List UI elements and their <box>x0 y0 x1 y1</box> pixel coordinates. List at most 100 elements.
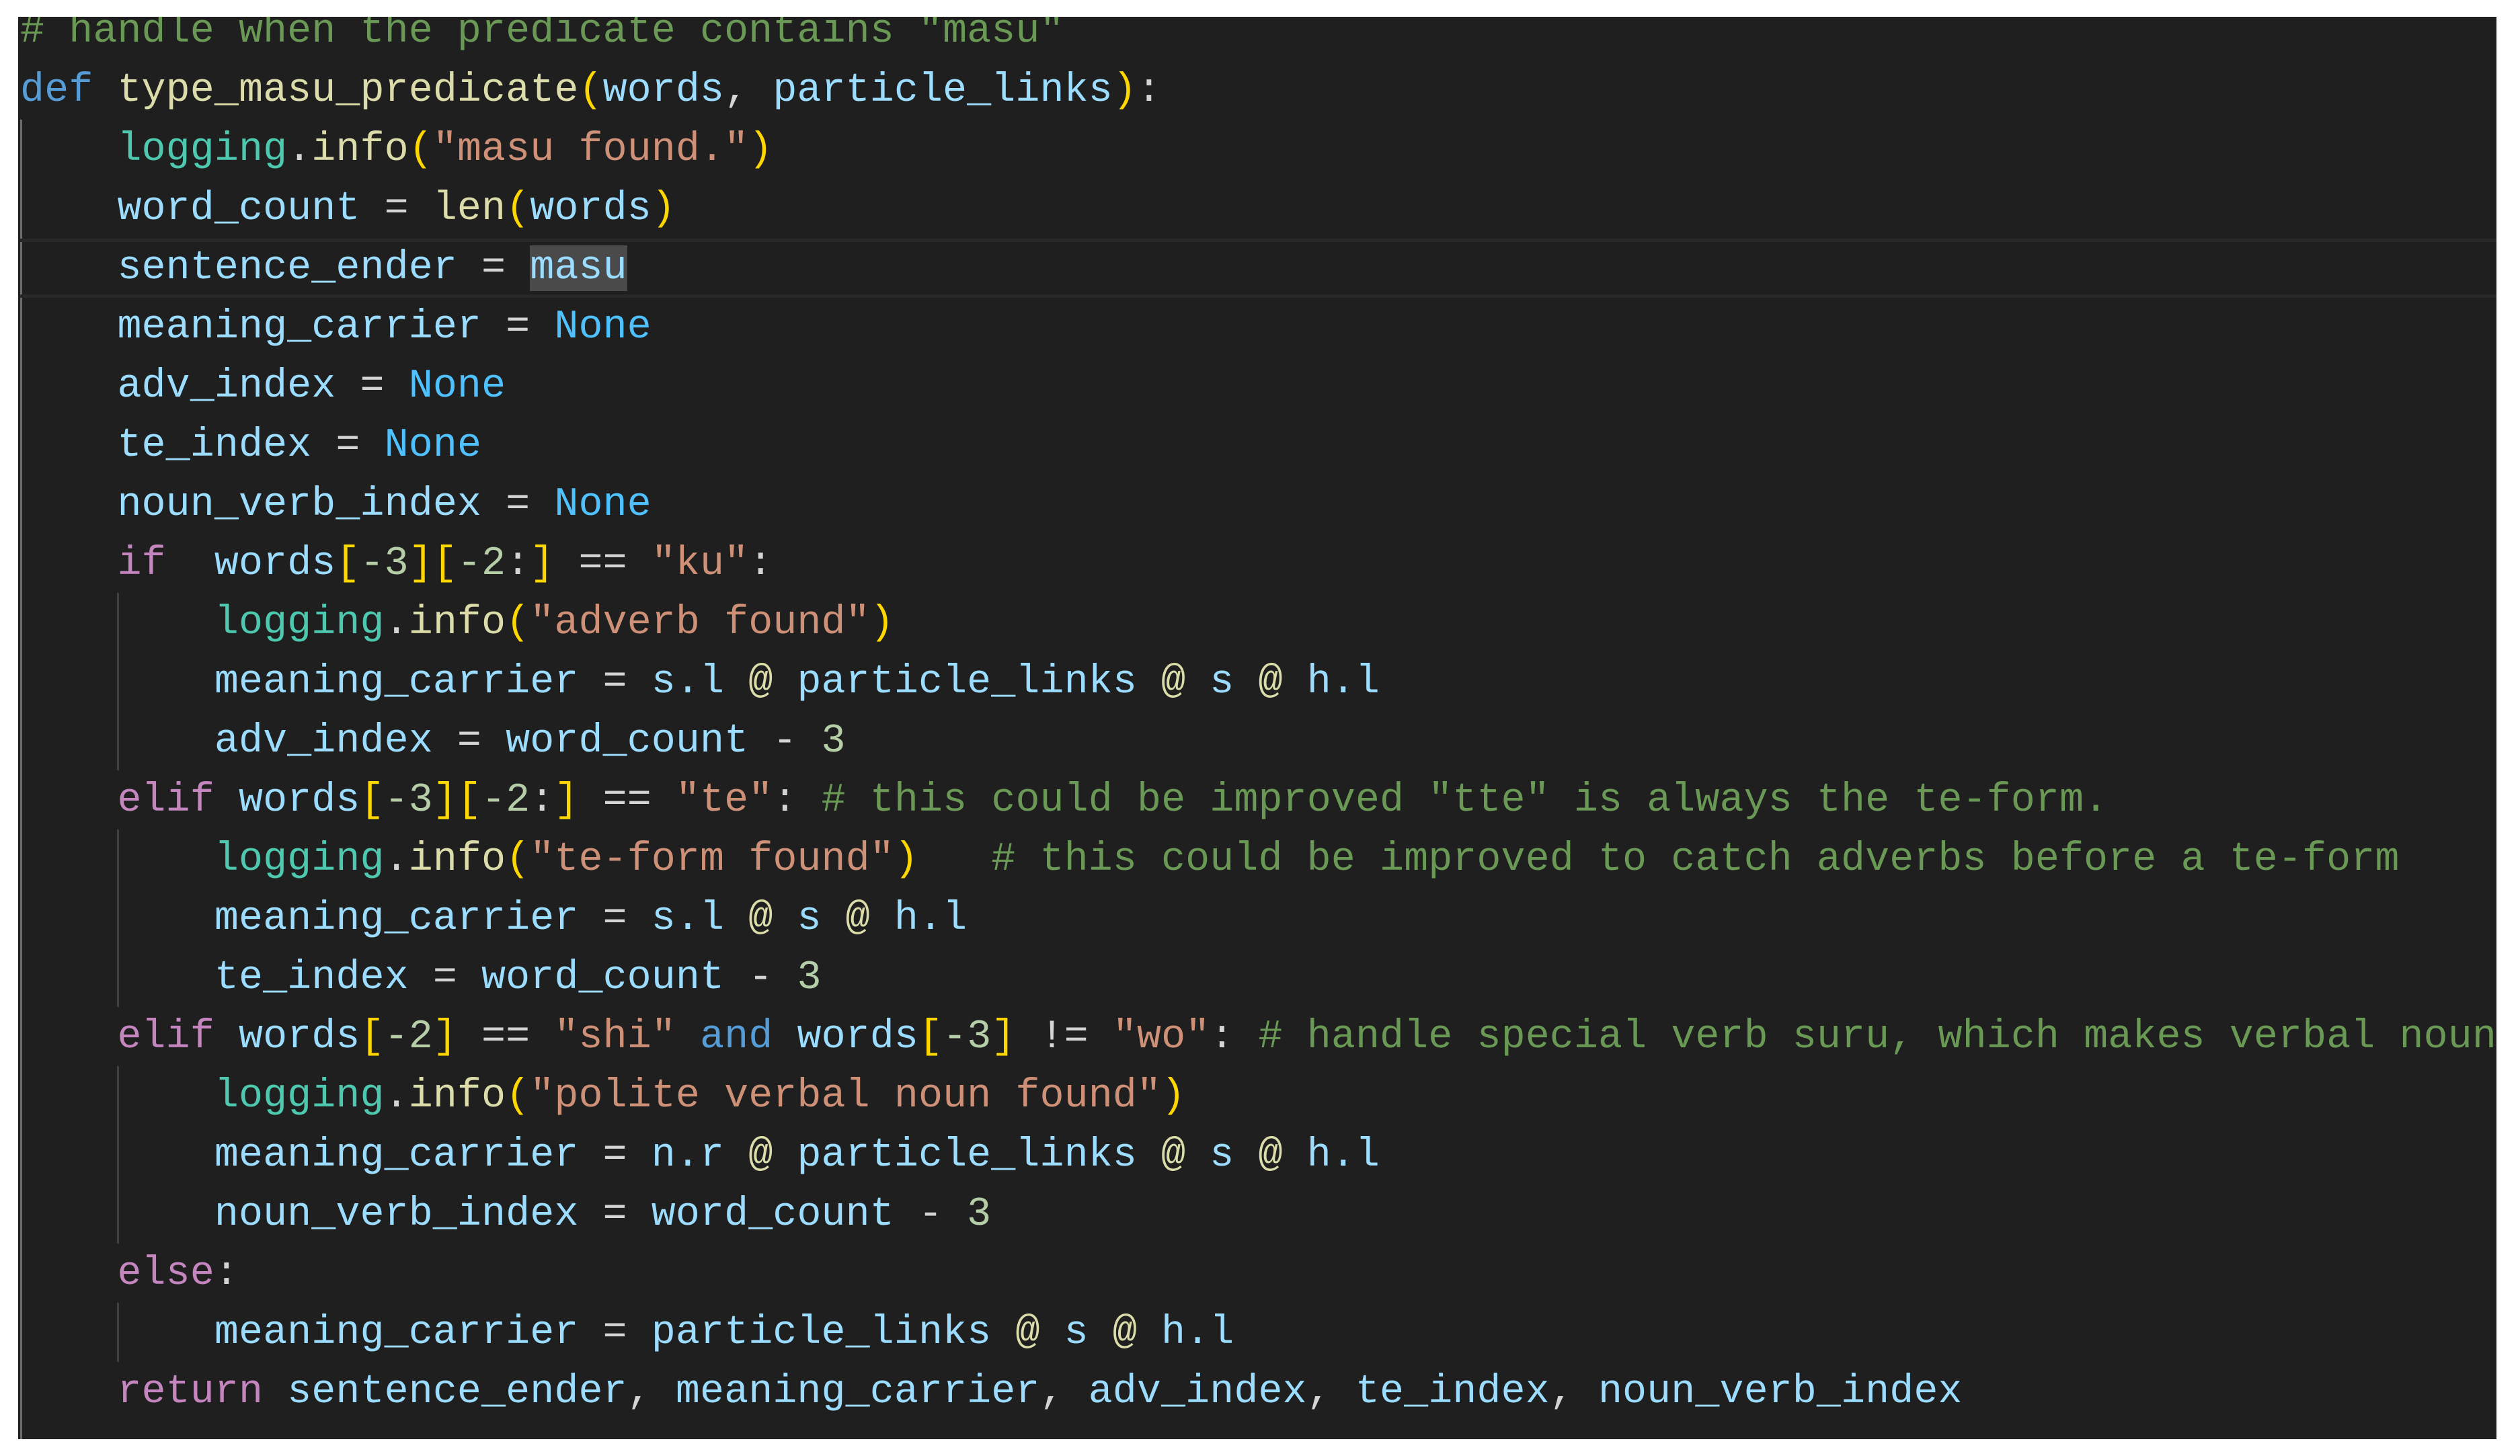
code-token: meaning_carrier <box>214 659 579 705</box>
code-token: s.l <box>651 896 725 942</box>
code-line[interactable]: return sentence_ender, meaning_carrier, … <box>20 1363 2496 1422</box>
code-line[interactable]: meaning_carrier = particle_links @ s @ h… <box>20 1303 2496 1363</box>
code-token: @ <box>748 1133 773 1178</box>
code-token: h.l <box>1161 1310 1234 1356</box>
code-line[interactable]: logging.info("masu found.") <box>20 120 2496 179</box>
code-line[interactable]: else: <box>20 1244 2496 1303</box>
code-token: : <box>748 541 773 587</box>
code-token: = <box>578 659 652 705</box>
code-token: s <box>1210 659 1234 705</box>
code-token: [ <box>918 1014 943 1060</box>
code-token: s <box>1210 1133 1234 1178</box>
code-token: meaning_carrier <box>214 1310 579 1356</box>
code-token: -3 <box>360 541 409 587</box>
code-token: words <box>602 68 725 114</box>
code-line[interactable]: meaning_carrier = None <box>20 298 2496 357</box>
code-lines[interactable]: # handle when the predicate contains "ma… <box>20 17 2496 1422</box>
code-line[interactable]: def type_masu_predicate(words, particle_… <box>20 61 2496 120</box>
code-line[interactable]: noun_verb_index = None <box>20 475 2496 534</box>
code-token: @ <box>748 659 773 705</box>
code-line[interactable]: elif words[-3][-2:] == "te": # this coul… <box>20 771 2496 830</box>
code-token: . <box>287 127 312 173</box>
code-token: else <box>117 1251 214 1297</box>
code-line[interactable]: te_index = None <box>20 416 2496 475</box>
code-token: noun_verb_index <box>1598 1369 1963 1415</box>
code-token: ) <box>748 127 773 173</box>
code-token: words <box>797 1014 918 1060</box>
code-line[interactable]: te_index = word_count - 3 <box>20 948 2496 1008</box>
code-line[interactable]: adv_index = word_count - 3 <box>20 712 2496 771</box>
code-token: noun_verb_index <box>214 1192 579 1238</box>
code-token: None <box>554 482 652 528</box>
code-token: ) <box>894 837 918 883</box>
code-token: words <box>214 541 336 587</box>
code-line[interactable]: # handle when the predicate contains "ma… <box>20 17 2496 61</box>
code-line[interactable]: meaning_carrier = n.r @ particle_links @… <box>20 1126 2496 1185</box>
code-editor[interactable]: # handle when the predicate contains "ma… <box>18 17 2496 1439</box>
code-token: meaning_carrier <box>214 1133 579 1178</box>
code-token: te_index <box>214 955 409 1001</box>
code-token: : <box>1136 68 1162 114</box>
code-line[interactable]: noun_verb_index = word_count - 3 <box>20 1185 2496 1244</box>
code-line[interactable]: logging.info("te-form found") # this cou… <box>20 830 2496 889</box>
code-token: s.l <box>651 659 725 705</box>
code-token: = <box>432 719 506 764</box>
code-token: "masu found." <box>432 127 749 173</box>
code-token: [ <box>336 541 360 587</box>
code-token: @ <box>748 896 773 942</box>
code-token: -2 <box>481 778 530 823</box>
code-token: ) <box>651 186 676 232</box>
code-token: ( <box>506 1074 530 1119</box>
code-token: if <box>117 541 166 587</box>
code-line[interactable]: logging.info("polite verbal noun found") <box>20 1067 2496 1126</box>
code-token: ][ <box>408 541 457 587</box>
code-token: = <box>336 364 409 409</box>
code-token: ( <box>578 68 603 114</box>
code-line[interactable]: logging.info("adverb found") <box>20 594 2496 653</box>
code-token: s <box>797 896 822 942</box>
code-token: logging <box>214 600 385 646</box>
code-token: ] <box>991 1014 1016 1060</box>
code-line[interactable]: adv_index = None <box>20 357 2496 416</box>
code-token: = <box>311 423 385 469</box>
code-line[interactable]: meaning_carrier = s.l @ s @ h.l <box>20 889 2496 948</box>
code-line[interactable]: word_count = len(words) <box>20 179 2496 239</box>
code-token: ( <box>506 600 530 646</box>
code-token: word_count <box>651 1192 894 1238</box>
code-token: word_count <box>506 719 749 764</box>
code-token: ][ <box>432 778 482 823</box>
code-token: # handle special verb suru, which makes … <box>1258 1014 2496 1060</box>
code-token: ] <box>554 778 579 823</box>
code-token: = <box>578 1133 652 1178</box>
code-token: == <box>554 541 652 587</box>
code-token: == <box>457 1014 555 1060</box>
code-token: , <box>1039 1369 1089 1415</box>
code-token: noun_verb_index <box>117 482 482 528</box>
code-token: "adverb found" <box>530 600 870 646</box>
code-token: -3 <box>943 1014 992 1060</box>
code-line[interactable]: meaning_carrier = s.l @ particle_links @… <box>20 653 2496 712</box>
code-token: type_masu_predicate <box>117 68 579 114</box>
code-line-current[interactable]: sentence_ender = masu <box>20 239 2496 298</box>
code-line[interactable]: elif words[-2] == "shi" and words[-3] !=… <box>20 1008 2496 1067</box>
code-token: . <box>384 600 409 646</box>
code-token: : <box>214 1251 239 1297</box>
code-token: "shi" <box>554 1014 676 1060</box>
code-line[interactable]: if words[-3][-2:] == "ku": <box>20 534 2496 594</box>
